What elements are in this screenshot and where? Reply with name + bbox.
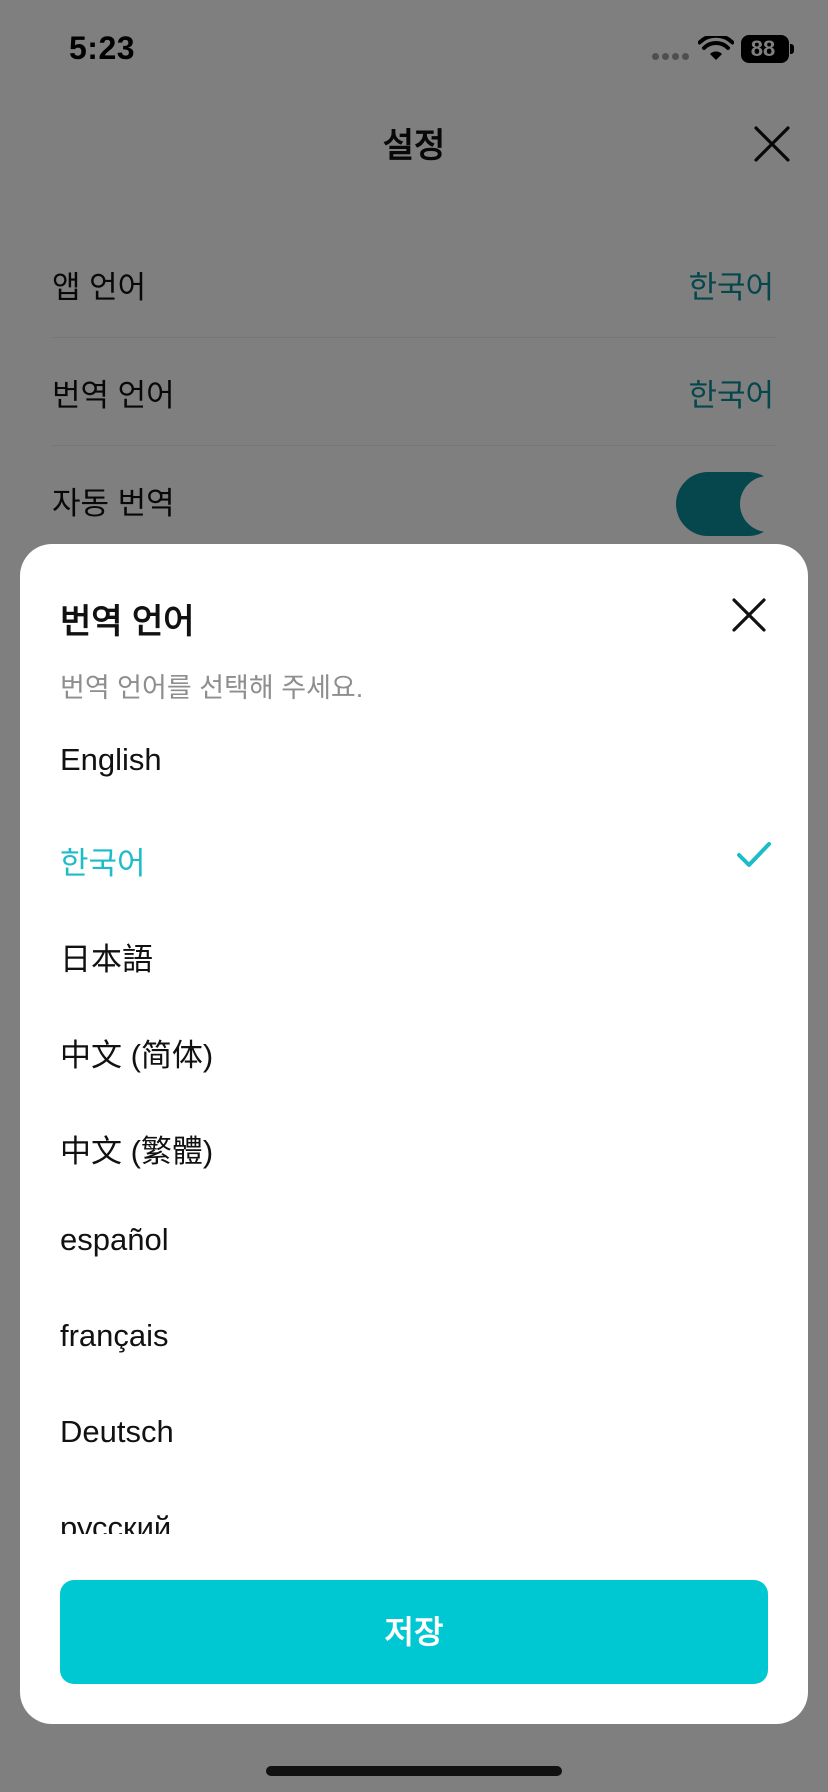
checkmark-icon (737, 842, 771, 867)
sheet-subtitle: 번역 언어를 선택해 주세요. (60, 673, 364, 703)
language-option[interactable]: English (20, 714, 808, 810)
home-indicator[interactable] (266, 1766, 562, 1776)
close-icon[interactable] (730, 596, 768, 634)
language-option[interactable]: 中文 (繁體) (20, 1098, 808, 1194)
language-option[interactable]: русский (20, 1482, 808, 1534)
language-name: русский (60, 1510, 172, 1534)
language-name: français (60, 1318, 169, 1353)
language-name: 日本語 (60, 942, 153, 977)
language-option[interactable]: 中文 (简体) (20, 1002, 808, 1098)
language-name: 한국어 (60, 846, 146, 881)
language-sheet: 번역 언어 번역 언어를 선택해 주세요. English 한국어 日本語 中文… (20, 544, 808, 1724)
language-name: español (60, 1222, 169, 1257)
save-button[interactable]: 저장 (60, 1580, 768, 1684)
language-option[interactable]: français (20, 1290, 808, 1386)
language-option[interactable]: español (20, 1194, 808, 1290)
language-name: 中文 (简体) (60, 1038, 214, 1073)
language-option-selected[interactable]: 한국어 (20, 810, 808, 906)
screen: 5:23 88 설정 앱 언어 한국어 번역 언어 한국어 자동 번역 (0, 0, 828, 1792)
language-name: Deutsch (60, 1414, 174, 1449)
language-name: 中文 (繁體) (60, 1134, 214, 1169)
sheet-title: 번역 언어 (60, 603, 195, 641)
language-name: English (60, 742, 162, 777)
language-option[interactable]: Deutsch (20, 1386, 808, 1482)
language-list: English 한국어 日本語 中文 (简体) 中文 (繁體) español (20, 714, 808, 1534)
language-option[interactable]: 日本語 (20, 906, 808, 1002)
